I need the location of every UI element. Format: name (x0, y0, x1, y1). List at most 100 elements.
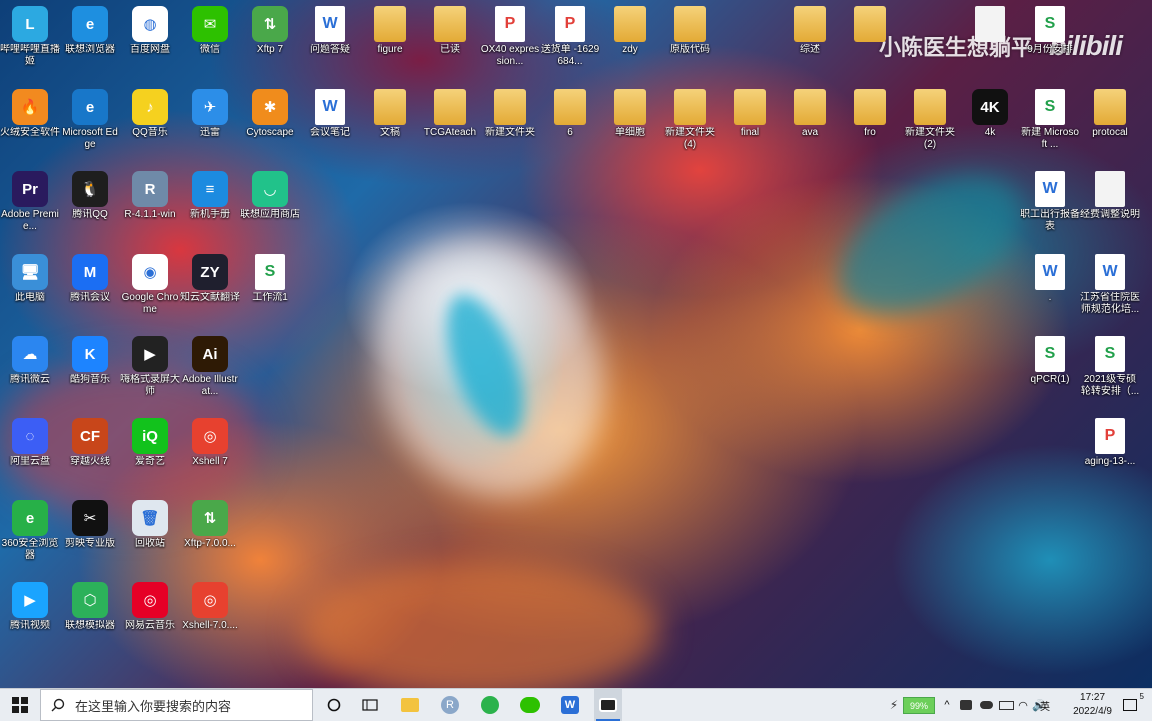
desktop-icon[interactable]: ✱ Cytoscape (240, 85, 300, 165)
desktop-icon[interactable]: 🔥 火绒安全软件 (0, 85, 60, 165)
taskbar-screen-recorder[interactable] (594, 689, 622, 721)
desktop-icon[interactable]: protocal (1080, 85, 1140, 165)
desktop-icon[interactable]: e 360安全浏览器 (0, 496, 60, 576)
app-icon: ZY (192, 254, 228, 290)
taskbar-wechat[interactable] (516, 689, 544, 721)
clock[interactable]: 17:27 2022/4/9 (1073, 691, 1112, 719)
desktop-icon[interactable]: P OX40 expression... (480, 2, 540, 82)
desktop-icon[interactable]: TCGAteach (420, 85, 480, 165)
taskbar-file-explorer[interactable] (396, 689, 424, 721)
folder-icon (794, 89, 826, 125)
desktop-icon[interactable]: 🗑 回收站 (120, 496, 180, 576)
desktop-icon[interactable]: ☁ 腾讯微云 (0, 332, 60, 412)
taskbar-r-app[interactable]: R (436, 689, 464, 721)
notification-center-button[interactable]: 5 (1118, 689, 1144, 721)
desktop-icon[interactable]: ▶ 腾讯视频 (0, 578, 60, 658)
taskbar-browser[interactable] (476, 689, 504, 721)
desktop-icon[interactable]: 综述 (780, 2, 840, 82)
desktop-icon[interactable] (960, 2, 1020, 82)
desktop-icon[interactable]: ✂ 剪映专业版 (60, 496, 120, 576)
desktop-icon-label: 微信 (200, 44, 220, 55)
start-button[interactable] (0, 689, 40, 721)
desktop-icon[interactable]: ◉ Google Chrome (120, 250, 180, 330)
desktop-icon[interactable]: ▶ 嗨格式录屏大师 (120, 332, 180, 412)
cortana-button[interactable] (320, 689, 348, 721)
desktop-icon[interactable]: 新建文件夹 (480, 85, 540, 165)
desktop-icon[interactable]: S 新建 Microsoft ... (1020, 85, 1080, 165)
desktop-icon[interactable]: e Microsoft Edge (60, 85, 120, 165)
desktop-icon[interactable]: K 酷狗音乐 (60, 332, 120, 412)
desktop-icon[interactable] (840, 2, 900, 82)
desktop-icon-label: 9月份安排 (1027, 44, 1073, 55)
desktop-icon[interactable]: W 会议笔记 (300, 85, 360, 165)
desktop-icon[interactable]: ◌ 阿里云盘 (0, 414, 60, 494)
plain-icon (975, 6, 1005, 42)
desktop-icon[interactable]: 新建文件夹 (2) (900, 85, 960, 165)
desktop-icon[interactable]: M 腾讯会议 (60, 250, 120, 330)
desktop-icon[interactable]: ⇅ Xftp-7.0.0... (180, 496, 240, 576)
ime-indicator[interactable]: 英 (1038, 689, 1052, 721)
taskbar-wps-word[interactable]: W (556, 689, 584, 721)
desktop-icon[interactable]: 经费调整说明 (1080, 167, 1140, 247)
battery-indicator[interactable]: 99% (903, 697, 935, 714)
desktop-icon[interactable]: ◎ Xshell-7.0.... (180, 578, 240, 658)
desktop-icon-label: 新建文件夹 (4) (665, 127, 715, 150)
desktop-icon[interactable]: R R-4.1.1-win (120, 167, 180, 247)
desktop-icon[interactable]: ◍ 百度网盘 (120, 2, 180, 82)
desktop-icon-label: 腾讯视频 (10, 620, 50, 631)
desktop-icon[interactable]: Paging-13-... (1080, 414, 1140, 494)
desktop-icon[interactable]: W 江苏省住院医师规范化培... (1080, 250, 1140, 330)
tray-cloud-icon[interactable] (978, 689, 994, 721)
desktop-icon[interactable]: ≡ 新机手册 (180, 167, 240, 247)
desktop-icon[interactable]: W 问题答疑 (300, 2, 360, 82)
desktop-icon[interactable]: 文稿 (360, 85, 420, 165)
task-view-button[interactable] (356, 689, 384, 721)
desktop-icon[interactable]: figure (360, 2, 420, 82)
desktop-icon[interactable]: L 哔哩哔哩直播姬 (0, 2, 60, 82)
desktop-icon-label: 联想模拟器 (65, 620, 115, 631)
desktop-icon[interactable]: Pr Adobe Premie... (0, 167, 60, 247)
taskbar-search-box[interactable]: 在这里输入你要搜索的内容 (40, 689, 313, 721)
desktop-icon[interactable]: W 职工出行报备表 (1020, 167, 1080, 247)
desktop-icon-label: 哔哩哔哩直播姬 (0, 44, 60, 67)
desktop-icon[interactable]: ♪ QQ音乐 (120, 85, 180, 165)
desktop-icon[interactable]: iQ 爱奇艺 (120, 414, 180, 494)
desktop-icon[interactable]: 原版代码 (660, 2, 720, 82)
desktop-icon[interactable]: 4K 4k (960, 85, 1020, 165)
desktop-icon[interactable]: ✈ 迅雷 (180, 85, 240, 165)
desktop-icon[interactable]: S 9月份安排 (1020, 2, 1080, 82)
desktop-icon[interactable]: CF 穿越火线 (60, 414, 120, 494)
desktop-icon[interactable]: P 送货单 -1629684... (540, 2, 600, 82)
desktop-icon[interactable]: 🐧 腾讯QQ (60, 167, 120, 247)
desktop-icon[interactable]: ava (780, 85, 840, 165)
desktop-icon[interactable]: 6 (540, 85, 600, 165)
desktop-icon[interactable]: ✉ 微信 (180, 2, 240, 82)
tray-wifi-icon[interactable]: ◠ (1015, 689, 1031, 721)
desktop-icon[interactable]: ZY 知云文献翻译 (180, 250, 240, 330)
word-icon: W (561, 696, 579, 714)
desktop-icon[interactable]: 已读 (420, 2, 480, 82)
desktop-icon-label: Xshell 7 (192, 456, 228, 467)
desktop-icon[interactable]: ⇅ Xftp 7 (240, 2, 300, 82)
desktop-icon[interactable]: 单细胞 (600, 85, 660, 165)
desktop-icon[interactable]: 🖥 此电脑 (0, 250, 60, 330)
desktop-icon[interactable]: ◡ 联想应用商店 (240, 167, 300, 247)
desktop-icon[interactable]: ⬡ 联想模拟器 (60, 578, 120, 658)
tray-battery-icon[interactable] (998, 689, 1014, 721)
desktop-icon[interactable]: zdy (600, 2, 660, 82)
desktop-icon-label: 腾讯QQ (72, 209, 108, 220)
show-hidden-icons-button[interactable]: ^ (940, 689, 954, 721)
desktop-icon[interactable]: e 联想浏览器 (60, 2, 120, 82)
desktop-icon[interactable]: Ai Adobe Illustrat... (180, 332, 240, 412)
desktop-icon[interactable]: ◎ Xshell 7 (180, 414, 240, 494)
desktop-icon[interactable]: S 工作流1 (240, 250, 300, 330)
desktop-icon[interactable]: 新建文件夹 (4) (660, 85, 720, 165)
desktop-icon[interactable]: final (720, 85, 780, 165)
desktop-icon-label: 2021级专硕轮转安排（... (1080, 374, 1140, 397)
desktop-icon[interactable]: fro (840, 85, 900, 165)
desktop-icon[interactable]: SqPCR(1) (1020, 332, 1080, 412)
desktop-icon[interactable]: S 2021级专硕轮转安排（... (1080, 332, 1140, 412)
desktop-icon[interactable]: ◎ 网易云音乐 (120, 578, 180, 658)
desktop-icon[interactable]: W. (1020, 250, 1080, 330)
tray-app-icon[interactable] (958, 689, 974, 721)
